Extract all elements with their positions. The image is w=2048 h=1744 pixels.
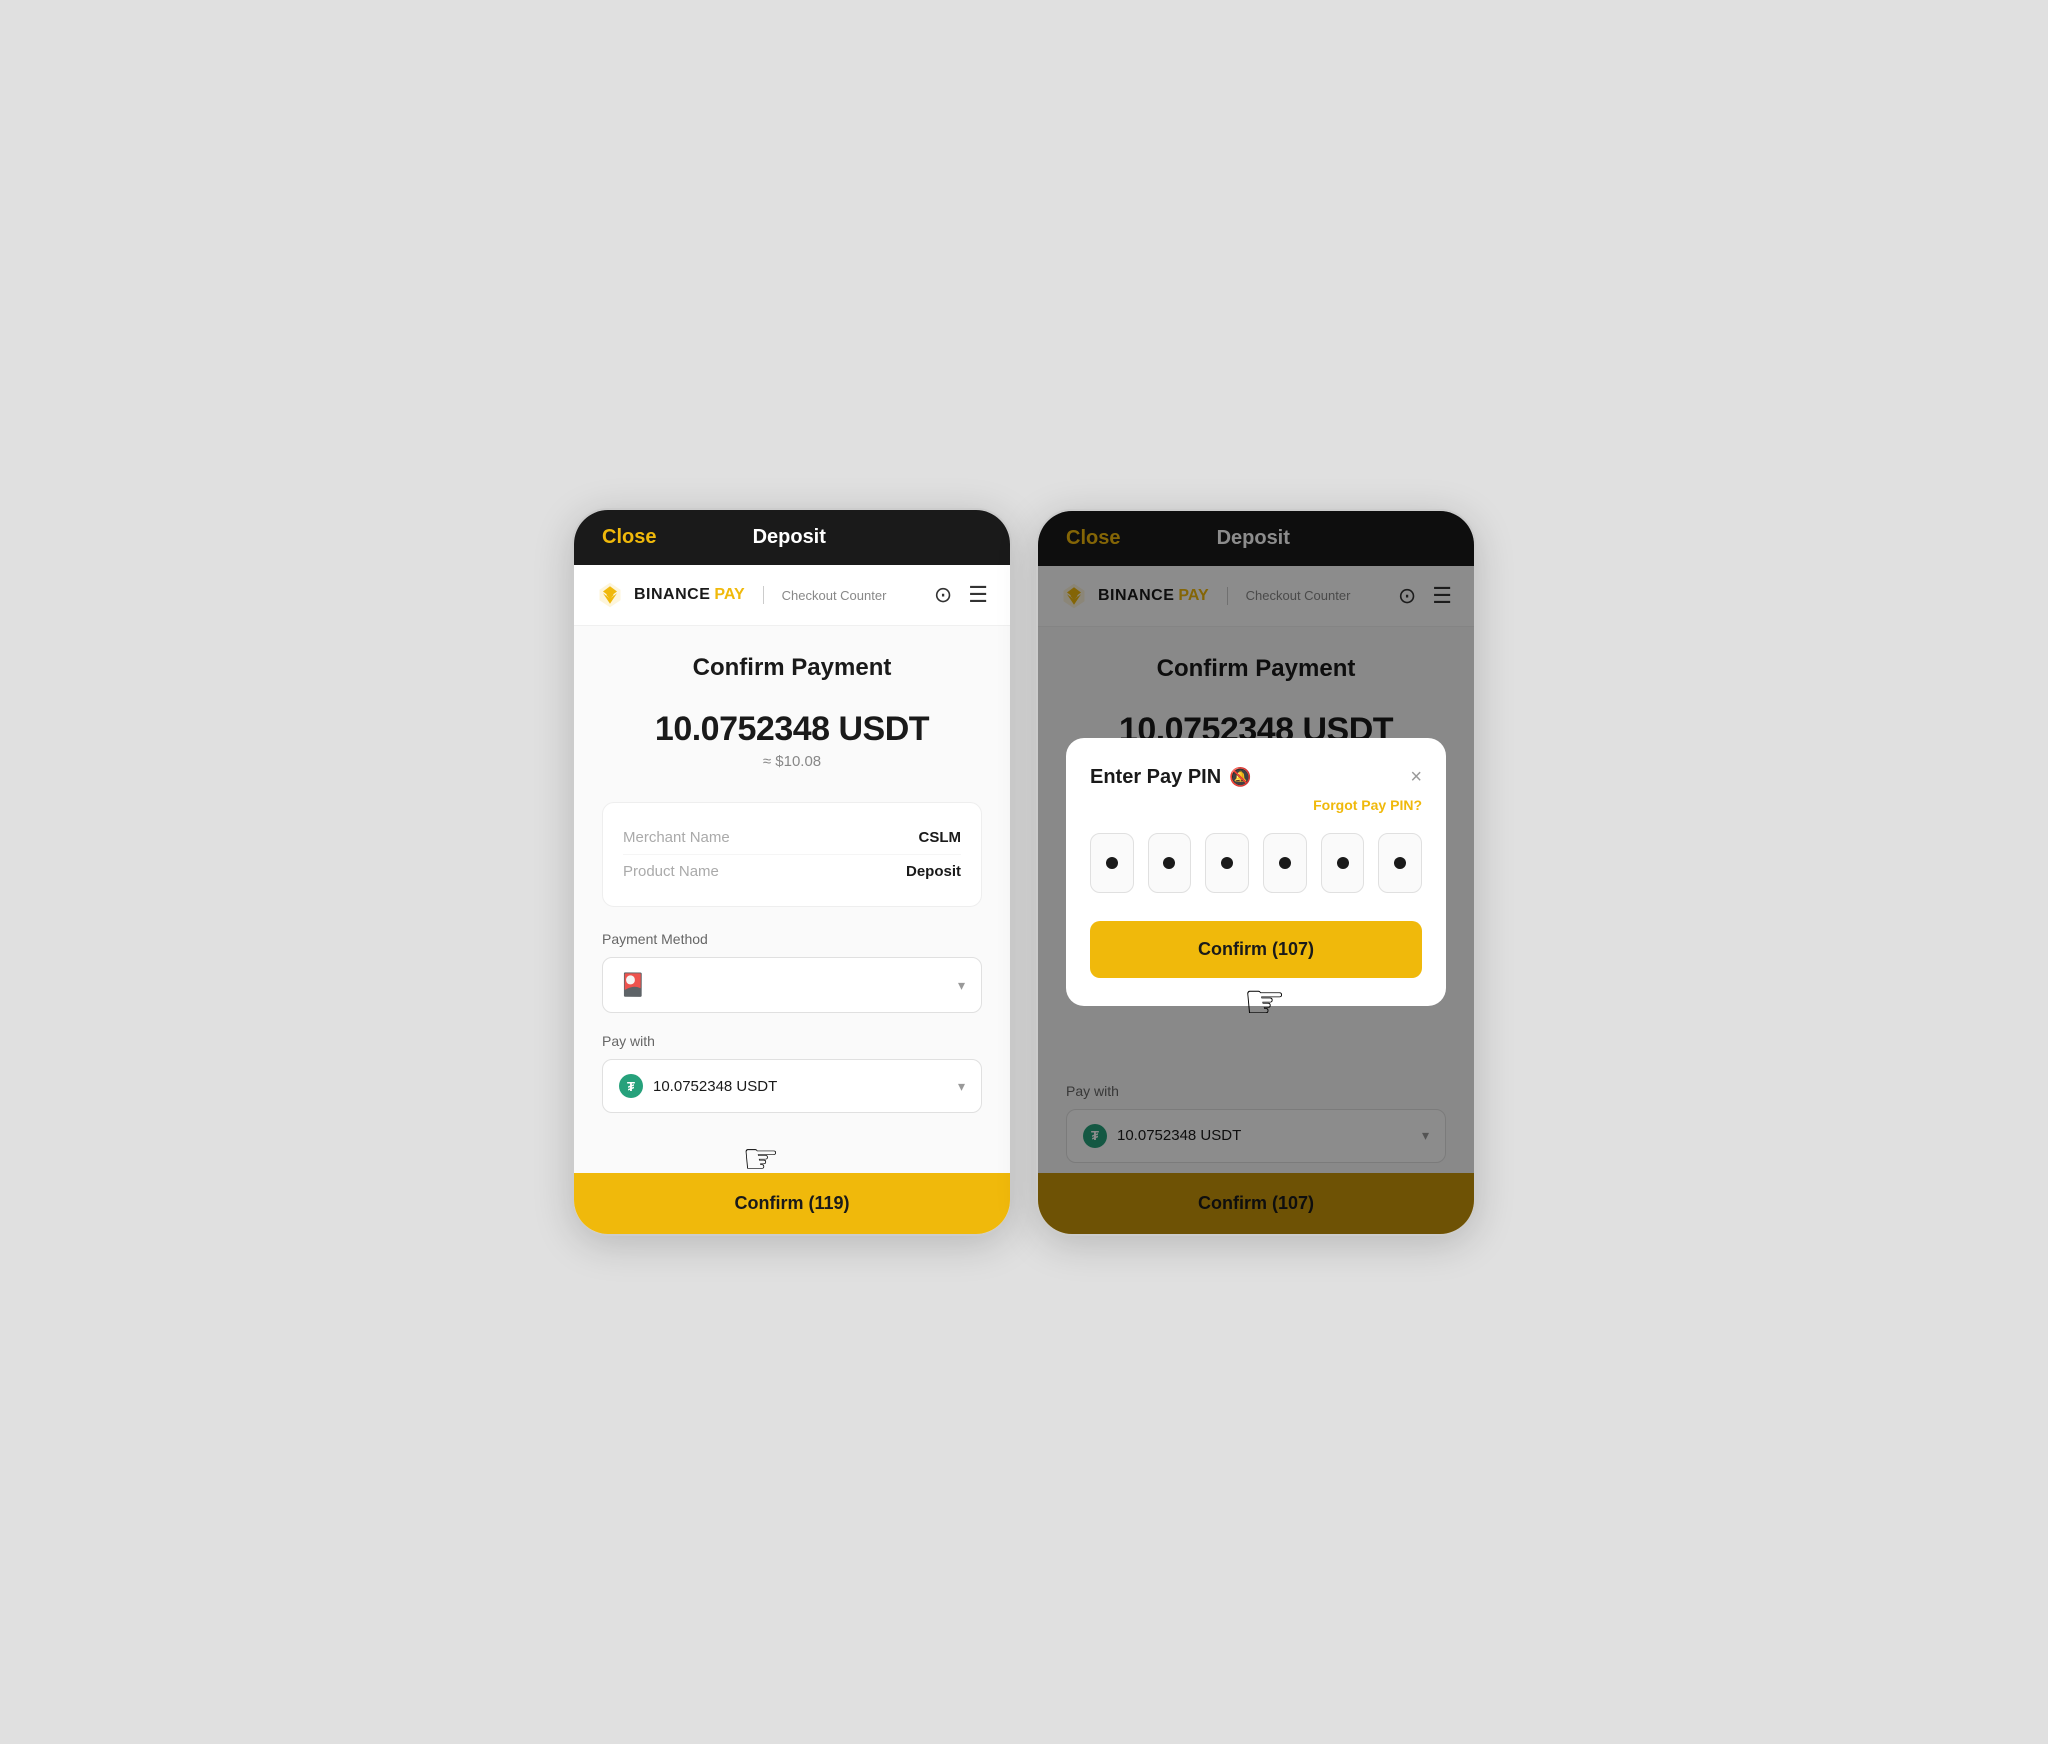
pin-dot-1 <box>1090 833 1134 893</box>
top-bar-left: Close Deposit <box>574 510 1010 565</box>
product-row-left: Product Name Deposit <box>623 854 961 888</box>
cursor-area-left: ☞ <box>602 1113 982 1173</box>
payment-method-label-left: Payment Method <box>602 931 982 947</box>
pin-modal-title-text: Enter Pay PIN <box>1090 766 1221 789</box>
logo-pay-left: PAY <box>714 586 744 604</box>
pin-dot-fill-3 <box>1221 857 1233 869</box>
pin-dots-row <box>1090 833 1422 893</box>
product-value-left: Deposit <box>906 863 961 880</box>
checkout-label-left: Checkout Counter <box>782 588 887 603</box>
tether-icon-left: ₮ <box>619 1074 643 1098</box>
pin-modal-close-button[interactable]: × <box>1410 766 1422 789</box>
forgot-pin-link[interactable]: Forgot Pay PIN? <box>1090 797 1422 813</box>
content-left: Confirm Payment 10.0752348 USDT ≈ $10.08… <box>574 626 1010 1173</box>
pin-dot-fill-6 <box>1394 857 1406 869</box>
pin-dot-fill-1 <box>1106 857 1118 869</box>
modal-cursor-area: Confirm (107) ☞ <box>1090 921 1422 978</box>
pin-dot-5 <box>1321 833 1365 893</box>
merchant-row-left: Merchant Name CSLM <box>623 821 961 854</box>
pay-with-label-left: Pay with <box>602 1033 982 1049</box>
pin-dot-4 <box>1263 833 1307 893</box>
payment-method-section-left: Payment Method 🎴 ▾ <box>602 931 982 1013</box>
modal-overlay: Enter Pay PIN 🔕 × Forgot Pay PIN? Confir… <box>1038 511 1474 1234</box>
app-header-left: BINANCE PAY Checkout Counter ⊙ ☰ <box>574 565 1010 626</box>
merchant-value-left: CSLM <box>919 829 962 846</box>
right-phone: Close Deposit BINANCE PAY Checkout Count… <box>1036 509 1476 1236</box>
info-section-left: Merchant Name CSLM Product Name Deposit <box>602 802 982 907</box>
pin-dot-fill-4 <box>1279 857 1291 869</box>
pin-dot-2 <box>1148 833 1192 893</box>
payment-method-chevron-left: ▾ <box>958 977 965 994</box>
pin-dot-fill-2 <box>1163 857 1175 869</box>
cursor-hand-right: ☞ <box>1243 974 1286 1030</box>
close-button-left[interactable]: Close <box>602 526 656 549</box>
pin-modal-header: Enter Pay PIN 🔕 × <box>1090 766 1422 789</box>
credit-card-icon-left: 🎴 <box>619 972 646 998</box>
pay-with-chevron-left: ▾ <box>958 1078 965 1095</box>
pay-with-amount-left: 10.0752348 USDT <box>653 1078 777 1095</box>
pin-modal: Enter Pay PIN 🔕 × Forgot Pay PIN? Confir… <box>1066 738 1446 1006</box>
amount-section-left: 10.0752348 USDT ≈ $10.08 <box>602 710 982 770</box>
pay-with-dropdown-left[interactable]: ₮ 10.0752348 USDT ▾ <box>602 1059 982 1113</box>
logo-text-left: BINANCE PAY <box>634 586 745 604</box>
left-phone: Close Deposit BINANCE PAY Checkout Count… <box>572 508 1012 1236</box>
menu-icon-left[interactable]: ☰ <box>968 582 988 608</box>
confirm-title-left: Confirm Payment <box>602 654 982 682</box>
pay-with-dropdown-left-content: ₮ 10.0752348 USDT <box>619 1074 777 1098</box>
top-bar-title-left: Deposit <box>753 526 826 549</box>
payment-method-dropdown-left[interactable]: 🎴 ▾ <box>602 957 982 1013</box>
pay-with-section-left: Pay with ₮ 10.0752348 USDT ▾ <box>602 1033 982 1113</box>
logo-divider-left <box>763 586 764 604</box>
cursor-hand-left: ☞ <box>742 1134 780 1183</box>
modal-confirm-button[interactable]: Confirm (107) <box>1090 921 1422 978</box>
header-icons-left: ⊙ ☰ <box>934 582 988 608</box>
account-icon-left[interactable]: ⊙ <box>934 582 952 608</box>
merchant-label-left: Merchant Name <box>623 829 730 846</box>
logo-area-left: BINANCE PAY Checkout Counter <box>596 581 886 609</box>
logo-binance-left: BINANCE <box>634 586 710 604</box>
pin-dot-6 <box>1378 833 1422 893</box>
amount-main-left: 10.0752348 USDT <box>602 710 982 749</box>
amount-usd-left: ≈ $10.08 <box>602 753 982 770</box>
confirm-button-left[interactable]: Confirm (119) <box>574 1173 1010 1234</box>
product-label-left: Product Name <box>623 863 719 880</box>
pin-modal-title: Enter Pay PIN 🔕 <box>1090 766 1252 789</box>
no-entry-icon: 🔕 <box>1229 767 1251 788</box>
pin-dot-fill-5 <box>1337 857 1349 869</box>
pin-dot-3 <box>1205 833 1249 893</box>
binance-logo-icon <box>596 581 624 609</box>
payment-method-dropdown-left-content: 🎴 <box>619 972 646 998</box>
